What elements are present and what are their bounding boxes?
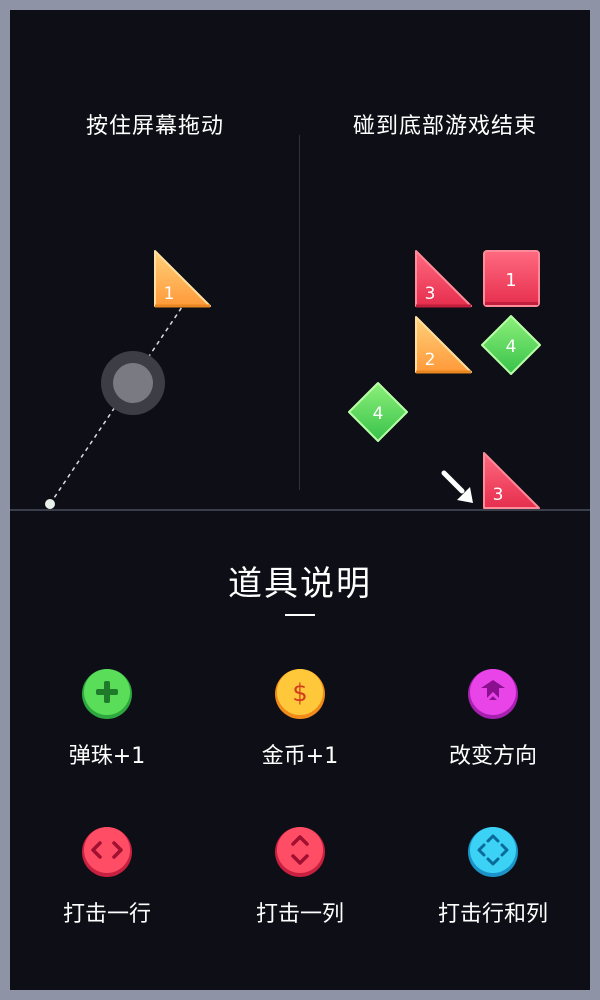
- prop-item-hit-row-column: 打击行和列: [396, 826, 590, 928]
- block-diamond-green-left: 4: [348, 382, 408, 442]
- floor-line: [10, 509, 590, 511]
- prop-item-hit-column: 打击一列: [203, 826, 397, 928]
- ball: [45, 499, 55, 509]
- coin-icon: $: [275, 669, 325, 719]
- block-diamond-green-right: 4: [481, 315, 541, 375]
- hit-row-column-icon: [468, 827, 518, 877]
- prop-item-hit-row: 打击一行: [10, 826, 204, 928]
- prop-item-change-direction: 改变方向: [396, 668, 590, 770]
- block-triangle-red-top: 3: [415, 250, 472, 308]
- plus-ball-icon: [82, 669, 132, 719]
- block-number: 1: [505, 270, 516, 291]
- block-triangle-red-bottom: 3: [483, 452, 540, 509]
- svg-text:$: $: [292, 679, 307, 707]
- hit-row-icon: [82, 827, 132, 877]
- block-number: 1: [164, 284, 175, 304]
- prop-item-extra-ball: 弹珠+1: [10, 668, 204, 770]
- props-title: 道具说明: [228, 564, 372, 604]
- prop-label: 金币+1: [261, 744, 339, 769]
- title-underline: [285, 614, 315, 616]
- prop-label: 打击一行: [62, 902, 151, 927]
- tutorial-scene: 1 3 1 2 4 4 3: [45, 250, 541, 509]
- block-number: 3: [493, 485, 504, 505]
- block-square-red: 1: [483, 250, 540, 307]
- block-number: 2: [425, 350, 436, 370]
- prop-label: 打击行和列: [437, 902, 548, 927]
- block-triangle-orange: 2: [415, 316, 472, 374]
- prop-label: 打击一列: [255, 902, 344, 927]
- game-frame: 按住屏幕拖动 碰到底部游戏结束 1 3 1 2 4 4 3 道具说明 弹珠+1 …: [10, 10, 590, 990]
- prop-label: 弹珠+1: [68, 744, 146, 769]
- block-triangle-aim: 1: [154, 250, 211, 308]
- prop-label: 改变方向: [448, 744, 537, 769]
- change-direction-icon: [468, 669, 518, 719]
- prop-item-coin: $ 金币+1: [203, 668, 397, 770]
- arrow-icon: [441, 470, 473, 503]
- block-number: 4: [373, 404, 384, 424]
- hit-column-icon: [275, 827, 325, 877]
- block-number: 3: [425, 284, 436, 304]
- block-number: 4: [506, 337, 517, 357]
- touch-indicator-icon: [101, 351, 165, 415]
